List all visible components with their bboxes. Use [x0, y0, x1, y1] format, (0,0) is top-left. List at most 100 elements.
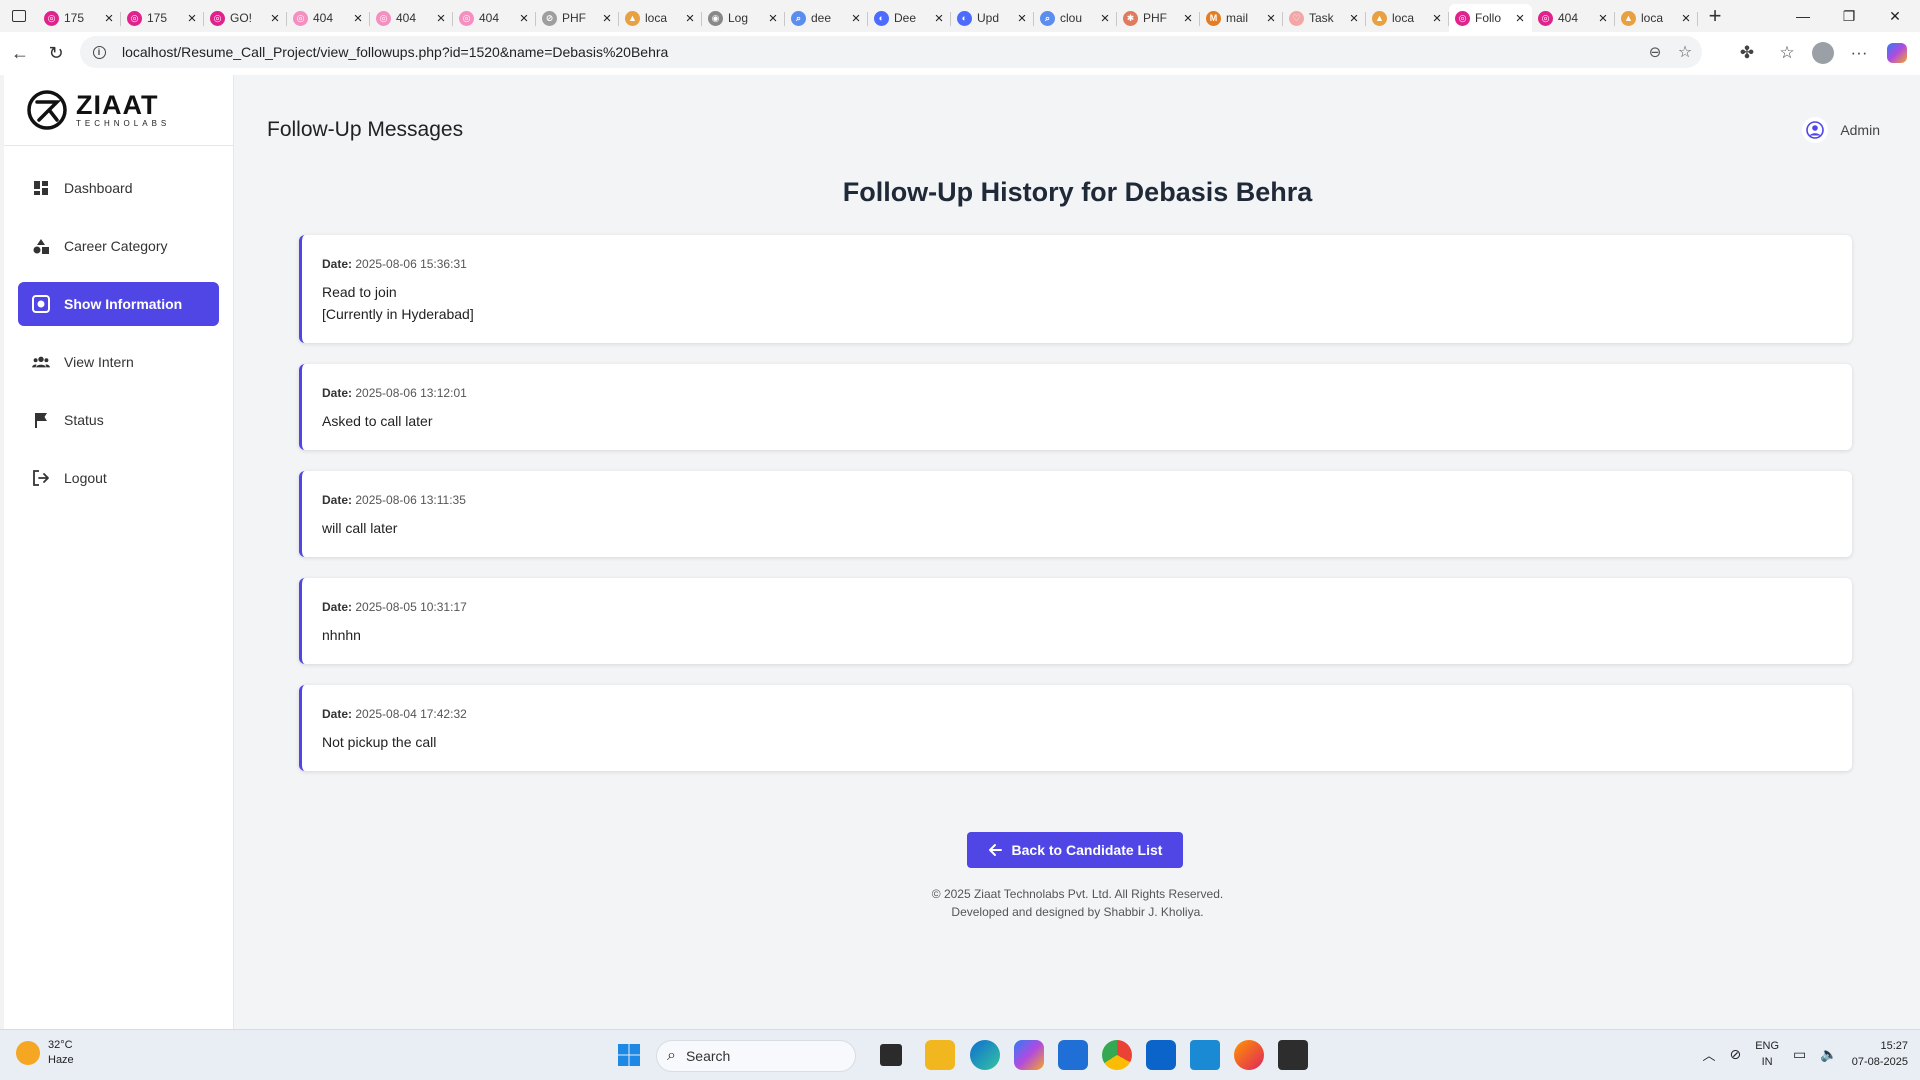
tab-close-icon[interactable]: ×	[186, 11, 198, 26]
browser-tab[interactable]: ◎ 404 ×	[287, 4, 370, 32]
browser-tab[interactable]: ◉ Log ×	[702, 4, 785, 32]
tab-close-icon[interactable]: ×	[1680, 11, 1692, 26]
tab-favicon-icon: ◎	[127, 10, 142, 26]
address-bar[interactable]: i localhost/Resume_Call_Project/view_fol…	[80, 36, 1702, 68]
copilot-app-icon[interactable]	[1014, 1040, 1044, 1070]
minimize-icon[interactable]: —	[1780, 0, 1826, 32]
tab-close-icon[interactable]: ×	[1431, 11, 1443, 26]
browser-tab[interactable]: ◐ Upd ×	[951, 4, 1034, 32]
followup-card: Date: 2025-08-04 17:42:32 Not pickup the …	[299, 685, 1852, 771]
browser-tab[interactable]: ⊘ PHF ×	[536, 4, 619, 32]
user-avatar-icon[interactable]	[1802, 117, 1829, 143]
browser-tab[interactable]: ◎ 404 ×	[453, 4, 536, 32]
browser-tab[interactable]: ✱ PHF ×	[1117, 4, 1200, 32]
browser-tab[interactable]: ◎ 175 ×	[121, 4, 204, 32]
sidebar-item-dashboard[interactable]: Dashboard	[18, 166, 219, 210]
vscode-icon[interactable]	[1190, 1040, 1220, 1070]
tab-title: dee	[811, 11, 832, 25]
file-explorer-icon[interactable]	[925, 1040, 955, 1070]
tab-close-icon[interactable]: ×	[1099, 11, 1111, 26]
restore-icon[interactable]: ❐	[1826, 0, 1872, 32]
tab-actions-icon[interactable]	[0, 0, 38, 32]
followup-date: Date: 2025-08-04 17:42:32	[322, 707, 1832, 721]
followup-card: Date: 2025-08-05 10:31:17 nhnhn	[299, 578, 1852, 664]
tab-close-icon[interactable]: ×	[850, 11, 862, 26]
tab-close-icon[interactable]: ×	[269, 11, 281, 26]
weather-widget[interactable]: 32°C Haze	[16, 1038, 74, 1068]
tab-close-icon[interactable]: ×	[1265, 11, 1277, 26]
browser-tab[interactable]: ▲ loca ×	[1615, 4, 1698, 32]
store-icon[interactable]	[1058, 1040, 1088, 1070]
tab-favicon-icon: ♡	[1289, 10, 1304, 26]
sidebar-item-show-information[interactable]: Show Information	[18, 282, 219, 326]
task-view-icon[interactable]	[880, 1044, 902, 1066]
zoom-icon[interactable]: ⊖	[1640, 36, 1670, 68]
logo-tagline: TECHNOLABS	[76, 119, 171, 128]
followup-message: will call later	[322, 520, 398, 536]
new-tab-button[interactable]: +	[1698, 2, 1732, 30]
user-menu[interactable]: Admin	[1802, 117, 1880, 143]
network-off-icon[interactable]: ⊘	[1729, 1046, 1741, 1063]
favorites-icon[interactable]: ☆	[1770, 36, 1804, 70]
browser-tab[interactable]: ◎ GO! ×	[204, 4, 287, 32]
browser-tab[interactable]: ▲ loca ×	[1366, 4, 1449, 32]
followup-date-value: 2025-08-06 13:12:01	[355, 386, 467, 400]
followup-date-value: 2025-08-06 15:36:31	[355, 257, 467, 271]
edge-icon[interactable]	[970, 1040, 1000, 1070]
site-info-icon[interactable]: i	[84, 45, 114, 59]
tab-close-icon[interactable]: ×	[103, 11, 115, 26]
chrome-icon[interactable]	[1102, 1040, 1132, 1070]
tab-close-icon[interactable]: ×	[518, 11, 530, 26]
browser-tab[interactable]: Mmail ×	[1200, 4, 1283, 32]
firefox-icon[interactable]	[1234, 1040, 1264, 1070]
tab-close-icon[interactable]: ×	[601, 11, 613, 26]
browser-tab[interactable]: ▲ loca ×	[619, 4, 702, 32]
sidebar-item-view-intern[interactable]: View Intern	[18, 340, 219, 384]
language-indicator[interactable]: ENG IN	[1755, 1038, 1779, 1070]
company-logo[interactable]: ZIAAT TECHNOLABS	[4, 75, 233, 146]
display-icon[interactable]: ▭	[1793, 1046, 1806, 1063]
tab-close-icon[interactable]: ×	[1348, 11, 1360, 26]
terminal-icon[interactable]	[1278, 1040, 1308, 1070]
tab-close-icon[interactable]: ×	[1182, 11, 1194, 26]
tab-close-icon[interactable]: ×	[933, 11, 945, 26]
browser-tab[interactable]: ◎ 404 ×	[1532, 4, 1615, 32]
reload-icon[interactable]: ↻	[38, 35, 74, 71]
tab-close-icon[interactable]: ×	[1016, 11, 1028, 26]
copilot-icon[interactable]	[1880, 36, 1914, 70]
start-icon[interactable]	[614, 1040, 644, 1070]
system-tray: ︿ ⊘ ENG IN ▭ 🔈 15:27 07-08-2025	[1702, 1038, 1908, 1070]
clock[interactable]: 15:27 07-08-2025	[1852, 1038, 1908, 1070]
tab-close-icon[interactable]: ×	[684, 11, 696, 26]
favorite-star-icon[interactable]: ☆	[1670, 36, 1700, 68]
tray-chevron-up-icon[interactable]: ︿	[1702, 1045, 1715, 1064]
tab-close-icon[interactable]: ×	[352, 11, 364, 26]
profile-icon[interactable]	[1806, 36, 1840, 70]
sidebar-item-status[interactable]: Status	[18, 398, 219, 442]
browser-tab[interactable]: ⌕ clou ×	[1034, 4, 1117, 32]
browser-tab[interactable]: ⌕ dee ×	[785, 4, 868, 32]
tab-close-icon[interactable]: ×	[435, 11, 447, 26]
tab-close-icon[interactable]: ×	[1514, 11, 1526, 26]
sidebar-item-career-category[interactable]: Career Category	[18, 224, 219, 268]
taskbar-search[interactable]: ⌕ Search	[656, 1040, 856, 1072]
url-text[interactable]: localhost/Resume_Call_Project/view_follo…	[122, 44, 668, 60]
sidebar-item-logout[interactable]: Logout	[18, 456, 219, 500]
back-to-candidate-list-button[interactable]: Back to Candidate List	[967, 832, 1183, 868]
weather-haze-icon	[16, 1041, 40, 1065]
volume-icon[interactable]: 🔈	[1820, 1046, 1837, 1063]
browser-tab[interactable]: ◎ 404 ×	[370, 4, 453, 32]
extensions-icon[interactable]: ✤	[1730, 36, 1764, 70]
browser-tab[interactable]: ◎ Follo ×	[1449, 4, 1532, 32]
outlook-icon[interactable]	[1146, 1040, 1176, 1070]
more-menu-icon[interactable]: ···	[1842, 36, 1876, 70]
browser-tab[interactable]: ◐ Dee ×	[868, 4, 951, 32]
user-name[interactable]: Admin	[1840, 122, 1880, 138]
browser-tab[interactable]: ◎ 175 ×	[38, 4, 121, 32]
tab-close-icon[interactable]: ×	[767, 11, 779, 26]
tab-close-icon[interactable]: ×	[1597, 11, 1609, 26]
back-arrow-icon[interactable]: ←	[2, 35, 38, 71]
followup-date: Date: 2025-08-05 10:31:17	[322, 600, 1832, 614]
close-window-icon[interactable]: ✕	[1872, 0, 1918, 32]
browser-tab[interactable]: ♡ Task ×	[1283, 4, 1366, 32]
